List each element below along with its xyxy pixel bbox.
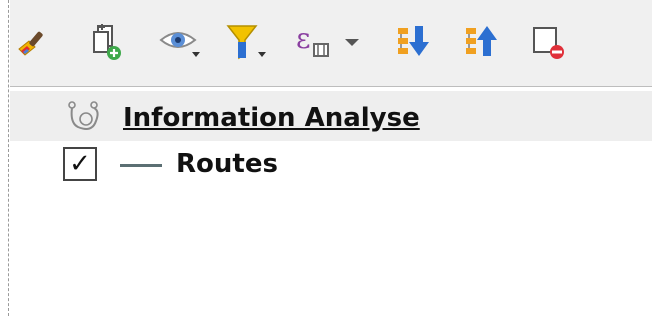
group-label[interactable]: Information Analyse <box>123 103 420 133</box>
style-brush-icon <box>18 31 43 56</box>
expression-dropdown-button[interactable] <box>338 20 366 64</box>
filter-funnel-icon <box>226 25 266 60</box>
add-group-button[interactable] <box>86 20 126 64</box>
layer-group-row[interactable]: Information Analyse <box>10 91 652 141</box>
eye-visibility-icon <box>159 32 200 57</box>
remove-layer-button[interactable] <box>528 20 570 64</box>
expand-all-icon <box>398 26 429 56</box>
panel-dashed-edge <box>8 0 9 316</box>
collapse-all-icon <box>466 26 497 56</box>
collapse-all-button[interactable] <box>460 20 502 64</box>
line-symbol-icon <box>120 164 162 167</box>
style-brush-button[interactable] <box>12 20 52 64</box>
add-group-icon <box>93 24 121 60</box>
group-node-icon <box>64 99 106 139</box>
layer-label[interactable]: Routes <box>176 149 278 179</box>
svg-text:ε: ε <box>296 22 311 55</box>
visibility-button[interactable] <box>158 20 204 64</box>
filter-button[interactable] <box>224 20 270 64</box>
expand-all-button[interactable] <box>392 20 434 64</box>
dropdown-arrow-icon <box>345 39 359 46</box>
checkmark-icon: ✓ <box>69 149 91 179</box>
expression-filter-icon: ε <box>296 22 329 57</box>
layer-row-routes[interactable]: ✓ Routes <box>10 145 652 189</box>
layers-panel: ε Information Analyse ✓ Routes <box>0 0 652 316</box>
layers-toolbar: ε <box>10 0 652 87</box>
layer-visibility-checkbox[interactable]: ✓ <box>63 147 97 181</box>
expression-filter-button[interactable]: ε <box>292 20 338 64</box>
layer-tree: Information Analyse ✓ Routes <box>10 87 652 316</box>
remove-layer-icon <box>533 27 564 59</box>
